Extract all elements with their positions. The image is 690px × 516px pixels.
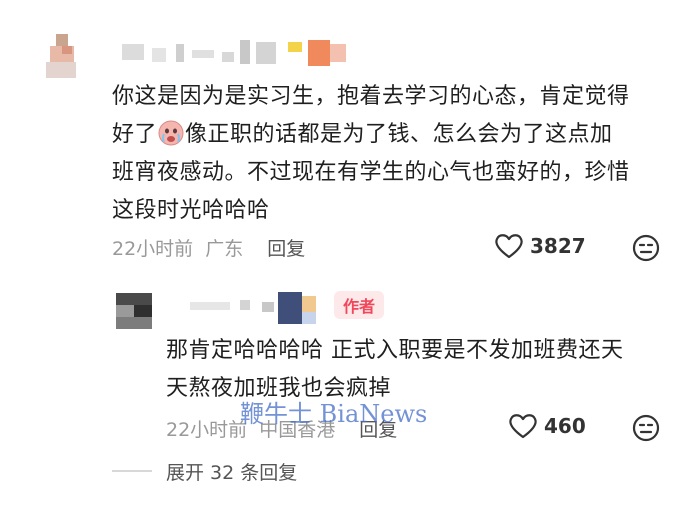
- heart-icon: [509, 414, 537, 439]
- reply-line: 那肯定哈哈哈哈 正式入职要是不发加班费还天: [166, 338, 624, 363]
- avatar[interactable]: [116, 293, 152, 329]
- comment-line: 这段时光哈哈哈: [112, 198, 270, 223]
- like-button[interactable]: 3827: [494, 232, 586, 260]
- comment-line: 好了 像正职的话都是为了钱、怎么会为了这点加: [112, 116, 672, 154]
- username-blurred[interactable]: [166, 292, 326, 326]
- comment-line: 班宵夜感动。不过现在有学生的心气也蛮好的，珍惜: [112, 160, 630, 185]
- dislike-face-icon[interactable]: [632, 414, 660, 442]
- crying-face-emoji-icon: [158, 120, 184, 146]
- like-button[interactable]: 460: [508, 412, 586, 440]
- comment-location: 广东: [205, 238, 244, 260]
- divider: [112, 470, 152, 472]
- comment-line: 你这是因为是实习生，抱着去学习的心态，肯定觉得: [112, 84, 630, 109]
- username-blurred[interactable]: [112, 36, 372, 72]
- expand-replies-button[interactable]: 展开 32 条回复: [166, 458, 297, 485]
- watermark: 鞭牛士 BiaNews: [240, 400, 428, 428]
- comment-text: 你这是因为是实习生，抱着去学习的心态，肯定觉得 好了 像正职的话都是为了钱、怎么…: [112, 78, 672, 230]
- like-count: 460: [544, 414, 586, 438]
- comment-meta: 22小时前 广东 回复: [112, 234, 305, 261]
- reply-button[interactable]: 回复: [267, 238, 305, 260]
- comment-line-rest: 像正职的话都是为了钱、怎么会为了这点加: [185, 122, 613, 147]
- dislike-face-icon[interactable]: [632, 234, 660, 262]
- reply-time: 22小时前: [166, 419, 248, 441]
- like-count: 3827: [530, 234, 586, 258]
- comment-time: 22小时前: [112, 238, 194, 260]
- avatar[interactable]: [46, 34, 90, 78]
- comment-line-prefix: 好了: [112, 122, 158, 147]
- author-badge: 作者: [334, 291, 384, 319]
- heart-icon: [495, 234, 523, 259]
